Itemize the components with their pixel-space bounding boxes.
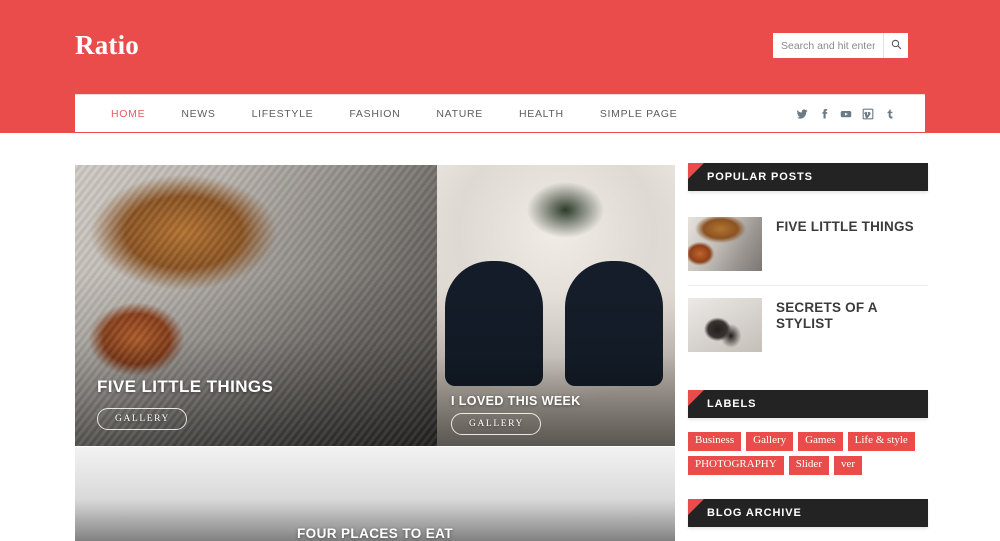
widget-body-popular-posts: FIVE LITTLE THINGS SECRETS OF A STYLIST [688, 191, 928, 366]
popular-post-item[interactable]: SECRETS OF A STYLIST [688, 285, 928, 366]
social-links [791, 105, 907, 123]
label-tag-slider[interactable]: Slider [788, 455, 829, 475]
vimeo-icon[interactable] [857, 105, 879, 123]
featured-top-row: FIVE LITTLE THINGS GALLERY I LOVED THIS … [75, 165, 675, 446]
featured-post-secondary[interactable]: I LOVED THIS WEEK GALLERY [437, 165, 675, 446]
main-navigation: HOME NEWS LIFESTYLE FASHION NATURE HEALT… [75, 94, 925, 132]
widget-title-labels: LABELS [707, 398, 757, 410]
nav-item-home[interactable]: HOME [93, 108, 163, 120]
label-tag-games[interactable]: Games [798, 432, 843, 451]
nav-item-fashion[interactable]: FASHION [331, 108, 418, 120]
search-box [773, 33, 908, 58]
ribbon-corner-icon [688, 390, 704, 406]
label-tag-photography[interactable]: PHOTOGRAPHY [688, 455, 784, 475]
label-tag-life-style[interactable]: Life & style [847, 432, 915, 451]
nav-item-health[interactable]: HEALTH [501, 108, 582, 120]
sidebar: POPULAR POSTS FIVE LITTLE THINGS SECRETS… [688, 163, 928, 541]
popular-post-thumbnail [688, 298, 762, 352]
search-icon [891, 38, 902, 53]
nav-item-simple-page[interactable]: SIMPLE PAGE [582, 108, 696, 120]
youtube-icon[interactable] [835, 105, 857, 123]
popular-post-title[interactable]: FIVE LITTLE THINGS [776, 217, 914, 235]
widget-title-popular-posts: POPULAR POSTS [707, 171, 813, 183]
featured-image-hat [75, 165, 437, 446]
page-root: Ratio HOME NEWS LIFESTYLE FASHION NATURE… [0, 0, 1000, 541]
search-button[interactable] [883, 33, 908, 58]
nav-links: HOME NEWS LIFESTYLE FASHION NATURE HEALT… [93, 108, 695, 120]
featured-post-primary[interactable]: FIVE LITTLE THINGS GALLERY [75, 165, 437, 446]
popular-post-item[interactable]: FIVE LITTLE THINGS [688, 205, 928, 285]
ribbon-corner-icon [688, 498, 704, 515]
label-tag-business[interactable]: Business [688, 432, 742, 451]
label-tag-ver[interactable]: ver [833, 455, 863, 475]
label-tag-gallery[interactable]: Gallery [746, 432, 794, 451]
nav-item-news[interactable]: NEWS [163, 108, 233, 120]
popular-post-thumbnail [688, 217, 762, 271]
ribbon-corner-icon [688, 163, 704, 179]
labels-list: Business Gallery Games Life & style PHOT… [688, 418, 928, 475]
widget-title-blog-archive: BLOG ARCHIVE [707, 506, 802, 519]
widget-header-popular-posts: POPULAR POSTS [688, 163, 928, 191]
featured-title-primary: FIVE LITTLE THINGS [97, 377, 274, 396]
tumblr-icon[interactable] [879, 105, 901, 123]
gallery-button-secondary[interactable]: GALLERY [451, 413, 542, 435]
popular-post-title[interactable]: SECRETS OF A STYLIST [776, 298, 928, 332]
nav-item-nature[interactable]: NATURE [418, 108, 501, 120]
gallery-button-primary[interactable]: GALLERY [97, 408, 188, 430]
twitter-icon[interactable] [791, 105, 813, 123]
widget-header-labels: LABELS [688, 390, 928, 418]
facebook-icon[interactable] [813, 105, 835, 123]
featured-post-tertiary[interactable]: FOUR PLACES TO EAT [75, 447, 675, 541]
featured-title-tertiary: FOUR PLACES TO EAT [297, 526, 453, 541]
widget-header-blog-archive: BLOG ARCHIVE [688, 498, 928, 527]
search-input[interactable] [773, 34, 883, 57]
site-logo[interactable]: Ratio [75, 30, 139, 61]
nav-item-lifestyle[interactable]: LIFESTYLE [234, 108, 332, 120]
featured-title-secondary: I LOVED THIS WEEK [451, 394, 581, 408]
featured-posts-grid: FIVE LITTLE THINGS GALLERY I LOVED THIS … [75, 165, 675, 541]
